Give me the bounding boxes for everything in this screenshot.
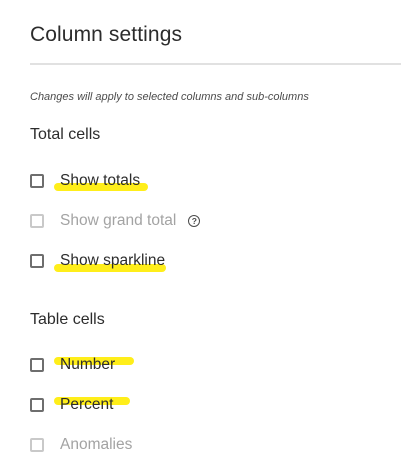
- show-totals-label-wrap[interactable]: Show totals: [54, 171, 148, 191]
- number-label: Number: [60, 356, 116, 373]
- percent-label: Percent: [60, 396, 114, 413]
- show-sparkline-checkbox-row[interactable]: Show sparkline: [30, 249, 166, 273]
- anomalies-checkbox-row: Anomalies: [30, 433, 132, 455]
- show-grand-total-checkbox-row: Show grand total ?: [30, 209, 201, 233]
- title-divider: [30, 63, 401, 65]
- show-sparkline-label-wrap[interactable]: Show sparkline: [54, 251, 166, 272]
- number-checkbox[interactable]: [30, 358, 44, 372]
- show-totals-checkbox[interactable]: [30, 174, 44, 188]
- show-totals-label: Show totals: [60, 172, 141, 189]
- panel-title: Column settings: [30, 23, 183, 46]
- anomalies-label-wrap: Anomalies: [60, 435, 132, 455]
- anomalies-checkbox: [30, 438, 44, 452]
- number-checkbox-row[interactable]: Number: [30, 353, 134, 377]
- percent-label-wrap[interactable]: Percent: [54, 395, 130, 415]
- number-label-wrap[interactable]: Number: [54, 355, 134, 375]
- show-sparkline-label: Show sparkline: [60, 252, 166, 269]
- table-cells-heading: Table cells: [30, 311, 105, 328]
- show-grand-total-checkbox: [30, 214, 44, 228]
- total-cells-heading: Total cells: [30, 126, 101, 143]
- percent-checkbox[interactable]: [30, 398, 44, 412]
- column-settings-panel: Column settings Changes will apply to se…: [0, 0, 401, 455]
- show-grand-total-label-wrap: Show grand total: [60, 211, 176, 231]
- question-circle-icon[interactable]: ?: [188, 215, 201, 227]
- show-totals-checkbox-row[interactable]: Show totals: [30, 169, 148, 193]
- show-grand-total-label: Show grand total: [60, 212, 177, 229]
- percent-checkbox-row[interactable]: Percent: [30, 393, 130, 417]
- scope-note: Changes will apply to selected columns a…: [30, 91, 309, 103]
- show-sparkline-checkbox[interactable]: [30, 254, 44, 268]
- anomalies-label: Anomalies: [60, 436, 133, 453]
